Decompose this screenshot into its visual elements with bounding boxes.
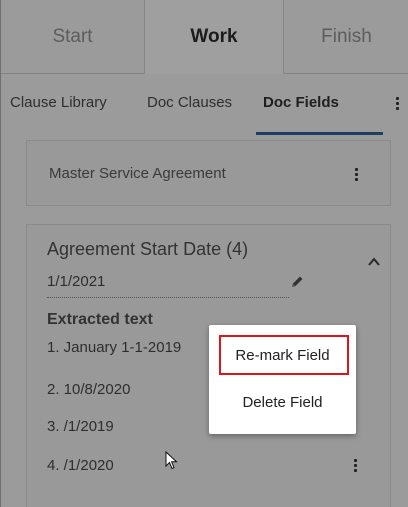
tab-work[interactable]: Work (144, 0, 284, 74)
active-tab-indicator (256, 132, 383, 135)
field-value: 1/1/2021 (47, 273, 106, 290)
extracted-item[interactable]: 3. /1/2019 (47, 418, 114, 435)
field-value-underline (47, 297, 289, 298)
extracted-item[interactable]: 2. 10/8/2020 (47, 381, 130, 398)
tab-start[interactable]: Start (1, 0, 144, 74)
extracted-item[interactable]: 1. January 1-1-2019 (47, 339, 181, 356)
tab-finish[interactable]: Finish (284, 0, 408, 74)
tab-start-label: Start (52, 25, 93, 47)
more-tabs-icon[interactable] (395, 97, 399, 110)
extracted-text-heading: Extracted text (47, 311, 153, 328)
master-agreement-card[interactable]: Master Service Agreement (26, 140, 391, 206)
delete-field-menu-item[interactable]: Delete Field (209, 394, 356, 411)
tab-doc-fields[interactable]: Doc Fields (263, 94, 339, 111)
pencil-icon[interactable] (289, 274, 305, 290)
phase-tabs: Start Work Finish (1, 0, 408, 74)
tab-work-label: Work (190, 26, 238, 47)
tab-doc-clauses[interactable]: Doc Clauses (147, 94, 232, 111)
tab-finish-label: Finish (321, 25, 372, 47)
mouse-cursor-icon (165, 451, 178, 470)
sub-tabs: Clause Library Doc Clauses Doc Fields (1, 74, 408, 137)
master-agreement-title: Master Service Agreement (49, 165, 226, 182)
tab-clause-library[interactable]: Clause Library (10, 94, 107, 111)
chevron-up-icon[interactable] (367, 255, 381, 269)
field-title: Agreement Start Date (4) (47, 239, 249, 259)
extracted-item-menu-icon[interactable] (353, 459, 357, 472)
app-window: Start Work Finish Clause Library Doc Cla… (0, 0, 408, 507)
highlight-annotation (219, 335, 349, 375)
extracted-item[interactable]: 4. /1/2020 (47, 457, 114, 474)
master-agreement-menu-icon[interactable] (354, 168, 358, 181)
